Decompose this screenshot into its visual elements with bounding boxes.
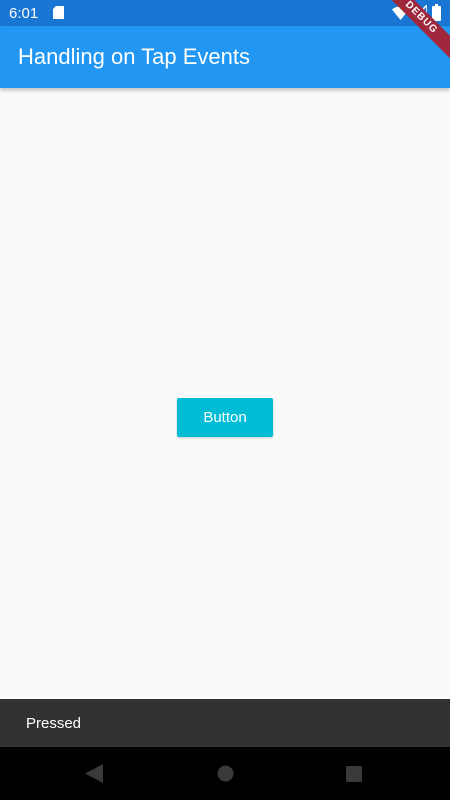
status-bar: 6:01 <box>0 0 450 26</box>
back-icon[interactable] <box>85 764 103 783</box>
status-time: 6:01 <box>9 5 39 22</box>
snackbar-message: Pressed <box>26 715 82 732</box>
app-bar: Handling on Tap Events <box>0 26 450 88</box>
navigation-bar <box>0 747 450 800</box>
home-icon[interactable] <box>217 765 234 782</box>
main-content: Button <box>0 88 450 699</box>
recents-icon[interactable] <box>346 766 362 782</box>
tap-button[interactable]: Button <box>177 398 273 437</box>
page-title: Handling on Tap Events <box>18 44 250 69</box>
sd-card-icon <box>53 6 64 19</box>
snackbar: Pressed <box>0 699 450 747</box>
